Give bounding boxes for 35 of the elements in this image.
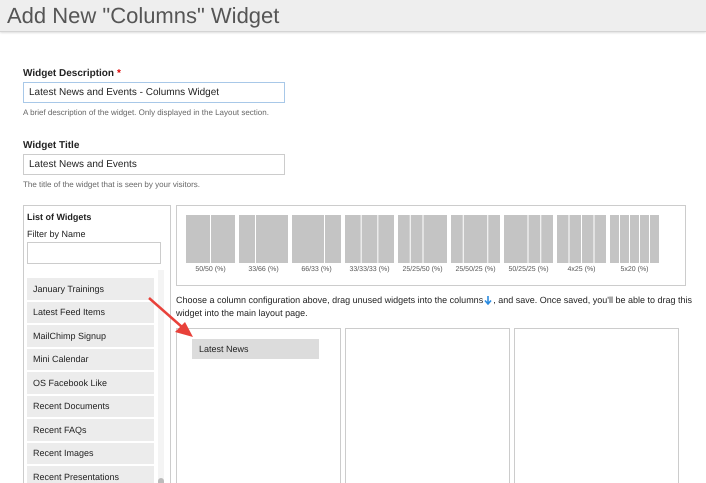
column-layout-icon[interactable] <box>239 215 288 263</box>
column-layout-icon[interactable] <box>557 215 606 263</box>
title-field[interactable]: Latest News and Events <box>23 154 285 175</box>
widget-item[interactable]: MailChimp Signup <box>27 325 154 346</box>
column-layout-icon[interactable] <box>504 215 553 263</box>
instruction-text: , and save. Once saved, you'll be able to drag this <box>493 294 692 307</box>
filter-label: Filter by Name <box>27 229 87 239</box>
field-label: Widget Description <box>23 68 114 79</box>
column-layout-icon[interactable] <box>610 215 659 263</box>
page-title: Add New "Columns" Widget <box>7 2 280 28</box>
column-layout-icon[interactable] <box>345 215 394 263</box>
column-layout-icon[interactable] <box>292 215 341 263</box>
placed-widget[interactable]: Latest News <box>192 339 319 359</box>
widget-item[interactable]: OS Facebook Like <box>27 372 154 394</box>
scrollbar[interactable] <box>158 270 164 483</box>
description-field[interactable]: Latest News and Events - Columns Widget <box>23 82 285 103</box>
filter-field[interactable] <box>27 242 161 264</box>
widget-item[interactable]: Recent FAQs <box>27 419 154 440</box>
panel-title: List of Widgets <box>27 212 92 222</box>
column-layout-icon[interactable] <box>398 215 447 263</box>
widget-item[interactable]: Recent Images <box>27 442 154 464</box>
widget-item[interactable]: January Trainings <box>27 278 154 300</box>
instruction-text: Choose a column configuration above, drag unused widgets into the columns <box>176 294 484 307</box>
column-layout-icon[interactable] <box>451 215 500 263</box>
widget-item[interactable]: Latest Feed Items <box>27 302 154 323</box>
help-text: The title of the widget that is seen by your visitors. <box>23 180 201 189</box>
field-label: Widget Title <box>23 140 80 151</box>
column-layout-icon[interactable] <box>186 215 235 263</box>
down-arrow-icon <box>484 296 492 305</box>
instruction-text: widget into the main layout page. <box>176 307 308 320</box>
widget-item[interactable]: Recent Documents <box>27 396 154 417</box>
help-text: A brief description of the widget. Only displayed in the Layout section. <box>23 108 270 117</box>
required-mark: * <box>117 68 121 79</box>
widget-item[interactable]: Mini Calendar <box>27 348 154 370</box>
widget-item[interactable]: Recent Presentations <box>27 466 154 483</box>
